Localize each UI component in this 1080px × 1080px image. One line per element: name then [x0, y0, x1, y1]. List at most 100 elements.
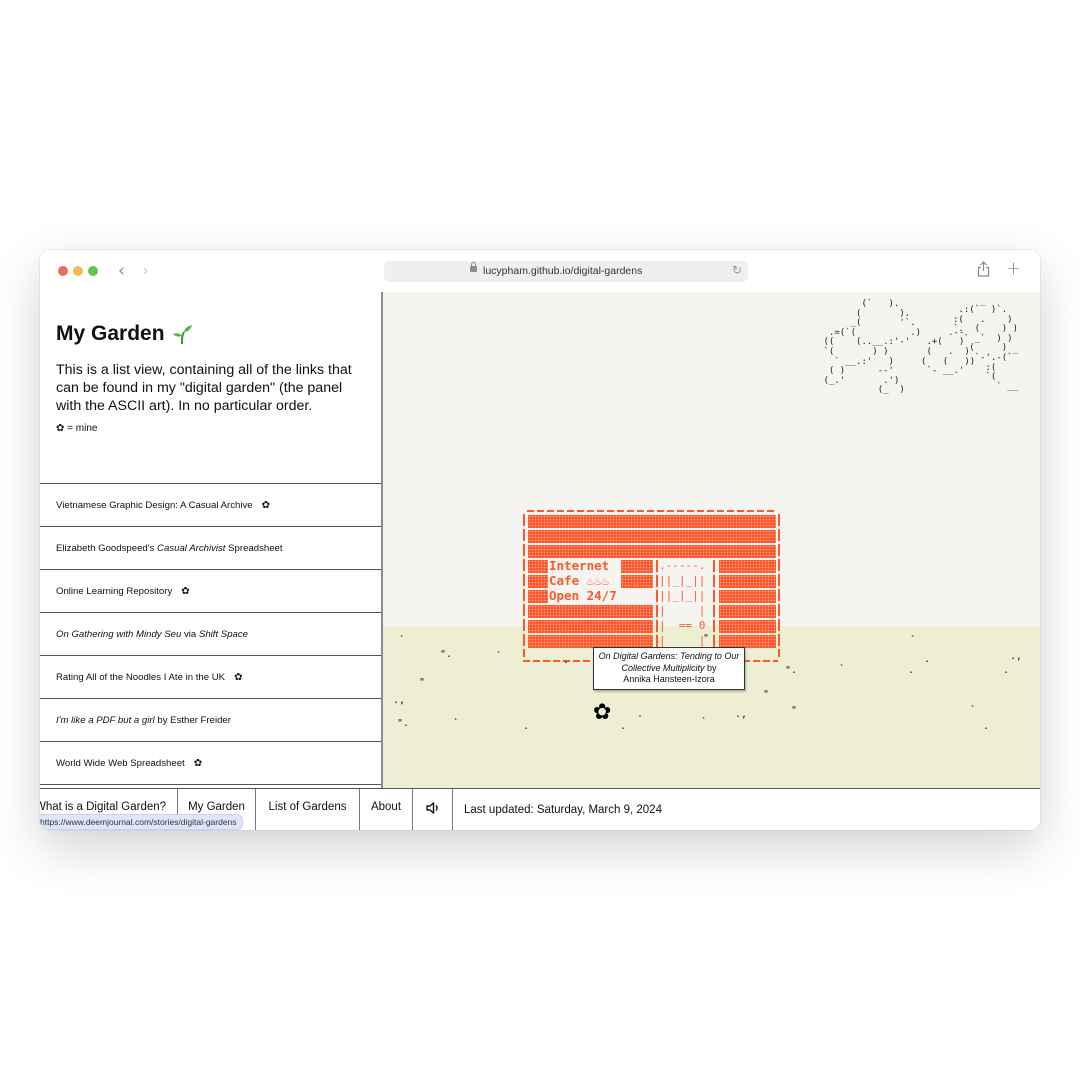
- browser-window: ‹ › lucypham.github.io/digital-gardens ↻…: [40, 250, 1040, 830]
- link-text: Vietnamese Graphic Design: A Casual Arch…: [56, 499, 253, 511]
- grass-speck: .: [908, 665, 915, 676]
- brick-row: [621, 560, 653, 573]
- brick-row: [719, 590, 776, 603]
- brick-row: [528, 530, 776, 543]
- wall-left: [523, 514, 525, 657]
- link-text: via: [181, 628, 199, 640]
- digital-garden-canvas[interactable]: (` ). ( ). _( '`. .=(`( .) .-- (( (..__.…: [383, 292, 1040, 788]
- garden-link-item[interactable]: Online Learning Repository ✿: [40, 570, 381, 613]
- grass-speck: `: [453, 718, 460, 729]
- browser-toolbar: ‹ › lucypham.github.io/digital-gardens ↻…: [40, 250, 1040, 293]
- link-text: Casual Archivist: [157, 542, 226, 554]
- brick-row: [719, 605, 776, 618]
- brick-row: [528, 545, 776, 558]
- roof-line: [527, 510, 777, 512]
- grass-speck: `: [910, 635, 917, 646]
- brick-row: [528, 590, 548, 603]
- grass-speck: ": [791, 705, 798, 716]
- grass-speck: .,: [1010, 651, 1023, 662]
- sound-toggle-button[interactable]: [413, 789, 453, 830]
- url-text: lucypham.github.io/digital-gardens: [483, 265, 643, 277]
- door-frame-left: [656, 560, 658, 655]
- grass-speck: `: [399, 635, 406, 646]
- link-text: by Esther Freider: [154, 714, 231, 726]
- close-window-button[interactable]: [58, 266, 68, 276]
- grass-speck: `: [839, 664, 846, 675]
- page-title: My Garden: [56, 322, 365, 346]
- door-frame-right: [713, 560, 715, 655]
- cafe-sign-line: Internet: [549, 558, 610, 573]
- cafe-sign-line: Cafe ♨♨♨: [549, 573, 610, 588]
- mine-flower-icon: ✿: [181, 585, 190, 597]
- brick-row: [528, 515, 776, 528]
- reload-icon[interactable]: ↻: [732, 263, 742, 277]
- grass-speck: ".: [397, 718, 410, 729]
- garden-link-item[interactable]: Rating All of the Noodles I Ate in the U…: [40, 656, 381, 699]
- internet-cafe-ascii[interactable]: Internet Cafe ♨♨♨ Open 24/7 .-----. ||_|…: [523, 510, 781, 668]
- flower-icon[interactable]: ✿: [593, 700, 611, 725]
- mine-flower-icon: ✿: [261, 499, 270, 511]
- lock-icon: [470, 262, 477, 272]
- legend: ✿ = mine: [56, 423, 365, 434]
- brick-row: [528, 605, 653, 618]
- link-tooltip: On Digital Gardens: Tending to Our Colle…: [593, 647, 745, 690]
- page-description: This is a list view, containing all of t…: [56, 362, 352, 414]
- brick-row: [528, 560, 548, 573]
- address-bar[interactable]: lucypham.github.io/digital-gardens ↻: [384, 261, 748, 282]
- back-icon[interactable]: ‹: [118, 261, 125, 281]
- grass-speck: ": [419, 677, 426, 688]
- share-icon[interactable]: [977, 261, 990, 281]
- brick-row: [719, 575, 776, 588]
- nav-list-of-gardens[interactable]: List of Gardens: [256, 789, 360, 830]
- grass-speck: .: [983, 721, 990, 732]
- link-text: Online Learning Repository: [56, 585, 173, 597]
- grass-speck: `: [496, 651, 503, 662]
- link-text: World Wide Web Spreadsheet: [56, 757, 185, 769]
- wall-right: [778, 514, 780, 657]
- grass-speck: ": [703, 633, 710, 644]
- grass-speck: ": [763, 689, 770, 700]
- garden-link-item[interactable]: On Gathering with Mindy Seu via Shift Sp…: [40, 613, 381, 656]
- link-text: Shift Space: [198, 628, 249, 640]
- grass-speck: .: [924, 654, 931, 665]
- brick-row: [719, 620, 776, 633]
- link-text: Rating All of the Noodles I Ate in the U…: [56, 671, 226, 683]
- legend-text: = mine: [67, 423, 98, 434]
- brick-row: [528, 575, 548, 588]
- new-tab-icon[interactable]: +: [1006, 258, 1021, 279]
- sprout-icon: [171, 323, 193, 345]
- grass-speck: ".: [440, 649, 453, 660]
- tooltip-title: On Digital Gardens: Tending to Our Colle…: [598, 651, 740, 673]
- list-view-panel: My Garden This is a list view, containin…: [40, 292, 383, 788]
- ascii-clouds-right: .:(`‾ )`. :( . ) `. ( ) ) ` _` ) ) ( ) `…: [953, 305, 1019, 392]
- last-updated: Last updated: Saturday, March 9, 2024: [464, 804, 662, 816]
- garden-link-item[interactable]: I'm like a PDF but a girl by Esther Frei…: [40, 699, 381, 742]
- link-text: On Gathering with Mindy Seu: [56, 628, 182, 640]
- brick-row: [528, 620, 653, 633]
- grass-speck: .: [637, 709, 644, 720]
- mine-flower-icon: ✿: [234, 671, 243, 683]
- garden-link-list: Vietnamese Graphic Design: A Casual Arch…: [40, 484, 381, 785]
- minimize-window-button[interactable]: [73, 266, 83, 276]
- grass-speck: .: [563, 655, 570, 666]
- grass-speck: .: [523, 721, 530, 732]
- grass-speck: .: [620, 721, 627, 732]
- cafe-sign-line: Open 24/7: [549, 588, 617, 603]
- garden-link-item[interactable]: Elizabeth Goodspeed's Casual Archivist S…: [40, 527, 381, 570]
- flower-icon: ✿: [56, 423, 65, 434]
- tooltip-suffix: by: [704, 662, 717, 673]
- grass-speck: `: [701, 717, 708, 728]
- grass-speck: ".: [785, 665, 798, 676]
- brick-row: [719, 560, 776, 573]
- cafe-door-ascii: .-----. ||_|_|| ||_|_|| | | | == 0 | |: [659, 559, 706, 647]
- garden-link-item[interactable]: World Wide Web Spreadsheet ✿: [40, 742, 381, 785]
- zoom-window-button[interactable]: [88, 266, 98, 276]
- link-text: Elizabeth Goodspeed's: [56, 542, 158, 554]
- link-text: I'm like a PDF but a girl: [56, 714, 155, 726]
- link-text: Spreadsheet: [225, 542, 283, 554]
- tooltip-author: Annika Hansteen-Izora: [623, 674, 715, 684]
- nav-about[interactable]: About: [360, 789, 413, 830]
- forward-icon[interactable]: ›: [142, 261, 149, 281]
- garden-link-item[interactable]: Vietnamese Graphic Design: A Casual Arch…: [40, 484, 381, 527]
- mine-flower-icon: ✿: [193, 757, 203, 769]
